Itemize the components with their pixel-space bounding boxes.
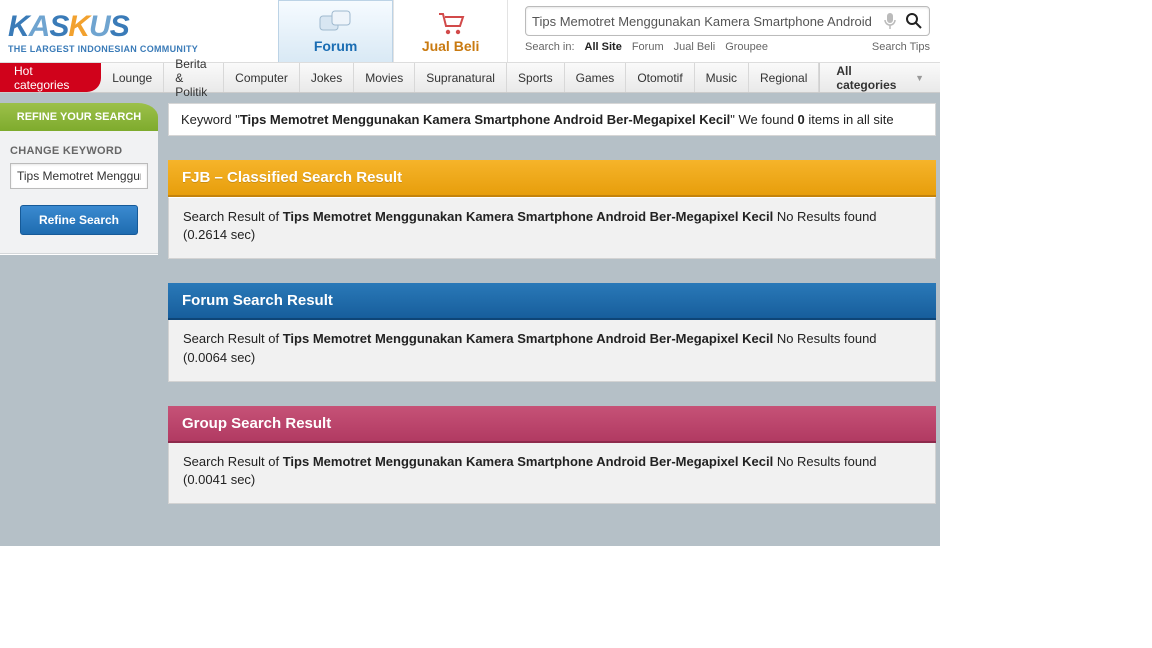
search-tips-link[interactable]: Search Tips bbox=[872, 41, 930, 53]
group-body-prefix: Search Result of bbox=[183, 454, 283, 469]
kw-count: 0 bbox=[798, 112, 805, 127]
refine-search-button[interactable]: Refine Search bbox=[20, 205, 138, 235]
panel-forum: Forum Search Result Search Result of Tip… bbox=[168, 283, 936, 381]
tab-jualbeli-label: Jual Beli bbox=[422, 38, 480, 54]
search-area: Search in: All Site Forum Jual Beli Grou… bbox=[525, 0, 940, 62]
change-keyword-label: CHANGE KEYWORD bbox=[10, 145, 148, 157]
kw-mid: " We found bbox=[730, 112, 797, 127]
keyword-input[interactable] bbox=[10, 163, 148, 189]
category-item[interactable]: Regional bbox=[749, 63, 819, 92]
group-body-kw: Tips Memotret Menggunakan Kamera Smartph… bbox=[283, 454, 773, 469]
category-item[interactable]: Sports bbox=[507, 63, 565, 92]
panel-fjb-body: Search Result of Tips Memotret Menggunak… bbox=[168, 197, 936, 259]
category-item[interactable]: Music bbox=[695, 63, 749, 92]
refine-header: REFINE YOUR SEARCH bbox=[0, 103, 158, 131]
forum-icon bbox=[319, 8, 353, 38]
forum-body-prefix: Search Result of bbox=[183, 331, 283, 346]
all-categories-label: All categories bbox=[836, 64, 910, 92]
fjb-body-kw: Tips Memotret Menggunakan Kamera Smartph… bbox=[283, 209, 773, 224]
category-item[interactable]: Jokes bbox=[300, 63, 354, 92]
category-item[interactable]: Games bbox=[565, 63, 627, 92]
panel-group: Group Search Result Search Result of Tip… bbox=[168, 406, 936, 504]
category-list: LoungeBerita & PolitikComputerJokesMovie… bbox=[101, 63, 819, 92]
logo-tagline: THE LARGEST INDONESIAN COMMUNITY bbox=[8, 44, 198, 54]
search-icon[interactable] bbox=[905, 12, 923, 30]
chevron-down-icon: ▼ bbox=[915, 73, 924, 83]
all-categories-dropdown[interactable]: All categories ▼ bbox=[819, 63, 940, 92]
logo[interactable]: KASKUS THE LARGEST INDONESIAN COMMUNITY bbox=[0, 0, 210, 62]
category-item[interactable]: Berita & Politik bbox=[164, 63, 224, 92]
main: REFINE YOUR SEARCH CHANGE KEYWORD Refine… bbox=[0, 93, 940, 546]
panel-group-body: Search Result of Tips Memotret Menggunak… bbox=[168, 443, 936, 504]
search-in-jualbeli[interactable]: Jual Beli bbox=[674, 41, 716, 53]
category-item[interactable]: Otomotif bbox=[626, 63, 694, 92]
app-container: KASKUS THE LARGEST INDONESIAN COMMUNITY … bbox=[0, 0, 940, 546]
keyword-summary-bar: Keyword "Tips Memotret Menggunakan Kamer… bbox=[168, 103, 936, 136]
kw-prefix: Keyword " bbox=[181, 112, 240, 127]
panel-forum-body: Search Result of Tips Memotret Menggunak… bbox=[168, 320, 936, 381]
mic-icon[interactable] bbox=[883, 12, 901, 30]
panel-fjb: FJB – Classified Search Result Search Re… bbox=[168, 160, 936, 259]
tab-jualbeli[interactable]: Jual Beli bbox=[393, 0, 508, 62]
kw-suffix: items in all site bbox=[805, 112, 894, 127]
search-input[interactable] bbox=[532, 14, 879, 29]
search-in-groupee[interactable]: Groupee bbox=[725, 41, 768, 53]
logo-text: KASKUS bbox=[8, 12, 198, 42]
header: KASKUS THE LARGEST INDONESIAN COMMUNITY … bbox=[0, 0, 940, 63]
cart-icon bbox=[436, 8, 466, 38]
search-in-label: Search in: bbox=[525, 41, 575, 53]
category-item[interactable]: Movies bbox=[354, 63, 415, 92]
category-bar: Hot categories LoungeBerita & PolitikCom… bbox=[0, 63, 940, 93]
sidebar-body: CHANGE KEYWORD Refine Search bbox=[0, 131, 158, 254]
category-item[interactable]: Supranatural bbox=[415, 63, 507, 92]
panel-forum-header: Forum Search Result bbox=[168, 283, 936, 320]
hot-categories-badge[interactable]: Hot categories bbox=[0, 63, 101, 92]
kw-keyword: Tips Memotret Menggunakan Kamera Smartph… bbox=[240, 112, 730, 127]
category-item[interactable]: Computer bbox=[224, 63, 300, 92]
fjb-body-prefix: Search Result of bbox=[183, 209, 283, 224]
search-in-allsite[interactable]: All Site bbox=[585, 41, 622, 53]
category-item[interactable]: Lounge bbox=[101, 63, 164, 92]
search-box bbox=[525, 6, 930, 36]
tab-forum-label: Forum bbox=[314, 38, 358, 54]
sidebar: REFINE YOUR SEARCH CHANGE KEYWORD Refine… bbox=[0, 103, 158, 528]
panel-fjb-header: FJB – Classified Search Result bbox=[168, 160, 936, 197]
forum-body-kw: Tips Memotret Menggunakan Kamera Smartph… bbox=[283, 331, 773, 346]
nav-tabs: Forum Jual Beli bbox=[278, 0, 508, 62]
search-in-forum[interactable]: Forum bbox=[632, 41, 664, 53]
search-sub: Search in: All Site Forum Jual Beli Grou… bbox=[525, 41, 930, 53]
panel-group-header: Group Search Result bbox=[168, 406, 936, 443]
tab-forum[interactable]: Forum bbox=[278, 0, 393, 62]
content: Keyword "Tips Memotret Menggunakan Kamer… bbox=[168, 103, 936, 528]
